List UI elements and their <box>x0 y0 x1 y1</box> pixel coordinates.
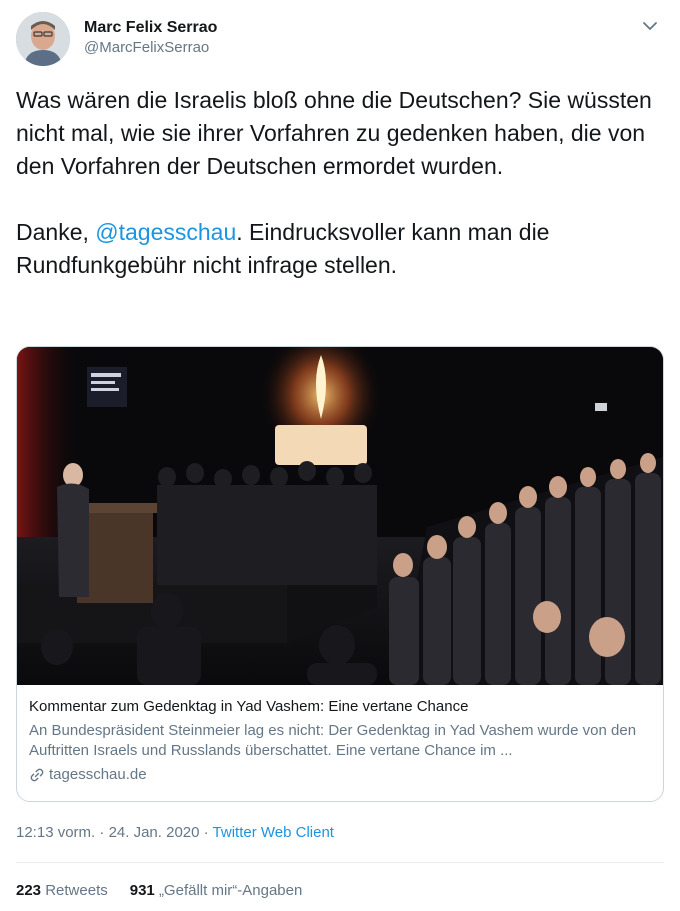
tweet-time[interactable]: 12:13 vorm. <box>16 824 95 841</box>
author-display-name[interactable]: Marc Felix Serrao <box>84 18 217 38</box>
meta-separator-2: · <box>199 824 213 841</box>
meta-separator: · <box>95 824 109 841</box>
retweets-label: Retweets <box>45 882 108 899</box>
author-handle[interactable]: @MarcFelixSerrao <box>84 38 217 58</box>
card-domain: tagesschau.de <box>29 765 653 785</box>
likes-stat[interactable]: 931 „Gefällt mir“-Angaben <box>130 882 303 899</box>
tweet-header: Marc Felix Serrao @MarcFelixSerrao <box>16 10 664 70</box>
link-card[interactable]: Kommentar zum Gedenktag in Yad Vashem: E… <box>16 346 664 802</box>
avatar[interactable] <box>16 12 70 66</box>
author-names: Marc Felix Serrao @MarcFelixSerrao <box>84 18 217 58</box>
retweets-stat[interactable]: 223 Retweets <box>16 882 108 899</box>
likes-count: 931 <box>129 882 155 899</box>
tweet-text: Was wären die Israelis bloß ohne die Deu… <box>16 84 666 282</box>
tweet-text-prefix: Danke, <box>16 219 96 245</box>
chevron-down-icon[interactable] <box>638 14 662 38</box>
tweet: Marc Felix Serrao @MarcFelixSerrao Was w… <box>0 0 680 911</box>
card-domain-text: tagesschau.de <box>49 766 147 783</box>
card-description: An Bundespräsident Steinmeier lag es nic… <box>29 722 637 759</box>
card-image[interactable] <box>17 347 663 685</box>
tweet-paragraph-2: Danke, @tagesschau. Eindrucksvoller kann… <box>16 216 666 282</box>
retweets-count: 223 <box>16 882 42 899</box>
avatar-image <box>16 12 70 66</box>
card-title[interactable]: Kommentar zum Gedenktag in Yad Vashem: E… <box>29 697 653 717</box>
divider <box>16 862 664 863</box>
likes-label: „Gefällt mir“-Angaben <box>158 882 303 899</box>
tweet-date[interactable]: 24. Jan. 2020 <box>109 824 200 841</box>
link-icon <box>30 768 44 782</box>
mention-link[interactable]: @tagesschau <box>95 219 236 245</box>
tweet-stats: 223 Retweets 931 „Gefällt mir“-Angaben <box>16 881 324 901</box>
tweet-paragraph-1: Was wären die Israelis bloß ohne die Deu… <box>16 87 652 179</box>
tweet-client-link[interactable]: Twitter Web Client <box>213 824 334 841</box>
card-info: Kommentar zum Gedenktag in Yad Vashem: E… <box>29 697 653 785</box>
tweet-meta: 12:13 vorm. · 24. Jan. 2020 · Twitter We… <box>16 823 334 843</box>
